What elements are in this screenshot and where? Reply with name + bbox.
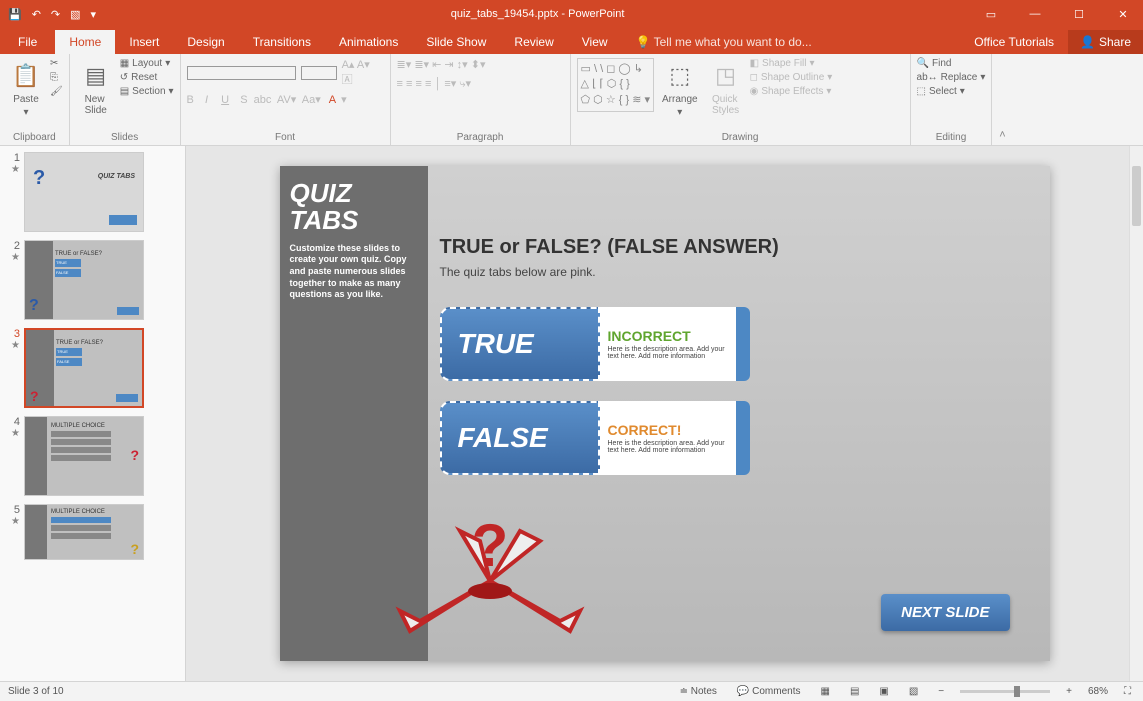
window-title: quiz_tabs_19454.pptx - PowerPoint — [104, 8, 971, 20]
sorter-view-icon[interactable]: ▤ — [846, 686, 863, 697]
zoom-in-icon[interactable]: + — [1062, 686, 1076, 697]
incorrect-label: INCORRECT — [608, 328, 728, 344]
false-tab[interactable]: FALSE — [440, 401, 600, 475]
start-from-beginning-icon[interactable]: ▧ — [70, 8, 80, 21]
group-label: Slides — [76, 130, 174, 143]
undo-icon[interactable]: ↶ — [32, 8, 41, 21]
true-tab[interactable]: TRUE — [440, 307, 600, 381]
reading-view-icon[interactable]: ▣ — [875, 686, 892, 697]
ribbon-display-icon[interactable]: ▭ — [971, 8, 1011, 21]
tab-design[interactable]: Design — [173, 30, 238, 54]
slide-thumbnail-2[interactable]: TRUE or FALSE?TRUEFALSE? — [24, 240, 144, 320]
qa-customize-icon[interactable]: ▾ — [91, 8, 97, 21]
group-drawing: ▭ \ \ ◻ ◯ ↳△ ⌊ ⌈ ⬡ { }⬠ ⬡ ☆ { } ≋ ▾ ⬚Arr… — [571, 54, 911, 145]
share-button[interactable]: 👤 Share — [1068, 30, 1143, 54]
group-label: Clipboard — [6, 130, 63, 143]
quick-styles-button: ◳Quick Styles — [706, 58, 746, 118]
slide-canvas-area[interactable]: QUIZ TABS Customize these slides to crea… — [186, 146, 1143, 681]
correct-label: CORRECT! — [608, 422, 728, 438]
false-description: CORRECT! Here is the description area. A… — [600, 401, 750, 475]
zoom-level[interactable]: 68% — [1088, 686, 1108, 697]
slide-subheading: The quiz tabs below are pink. — [440, 265, 1030, 279]
ribbon: 📋Paste▾ ✂ ⎘ 🖌 Clipboard ▤New Slide ▦ Lay… — [0, 54, 1143, 146]
cut-icon[interactable]: ✂ — [50, 58, 63, 69]
question-mark-graphic: ? — [360, 491, 620, 651]
slide-main: TRUE or FALSE? (FALSE ANSWER) The quiz t… — [440, 236, 1030, 495]
layout-button[interactable]: ▦ Layout ▾ — [120, 58, 174, 69]
slide-thumbnail-1[interactable]: ?QUIZ TABS — [24, 152, 144, 232]
tab-view[interactable]: View — [568, 30, 622, 54]
desc-text: Here is the description area. Add your t… — [608, 440, 728, 454]
tab-tellme[interactable]: 💡 Tell me what you want to do... — [622, 30, 826, 54]
find-button[interactable]: 🔍 Find — [917, 58, 986, 69]
tab-review[interactable]: Review — [500, 30, 567, 54]
tab-tutorials[interactable]: Office Tutorials — [960, 30, 1068, 54]
tab-animations[interactable]: Animations — [325, 30, 412, 54]
workspace: 1★ ?QUIZ TABS 2★ TRUE or FALSE?TRUEFALSE… — [0, 146, 1143, 681]
replace-button[interactable]: ab↔ Replace ▾ — [917, 72, 986, 83]
group-paragraph: ≣▾ ≣▾ ⇤ ⇥ ↕▾ ⬍▾ ≡ ≡ ≡ ≡ │ ≡▾ ⤷▾ Paragrap… — [391, 54, 571, 145]
select-button[interactable]: ⬚ Select ▾ — [917, 86, 986, 97]
group-label: Paragraph — [397, 130, 564, 143]
group-label: Drawing — [577, 130, 904, 143]
close-icon[interactable]: ✕ — [1103, 8, 1143, 21]
slide-thumbnail-4[interactable]: MULTIPLE CHOICE? — [24, 416, 144, 496]
shapes-gallery[interactable]: ▭ \ \ ◻ ◯ ↳△ ⌊ ⌈ ⬡ { }⬠ ⬡ ☆ { } ≋ ▾ — [577, 58, 654, 112]
tab-insert[interactable]: Insert — [115, 30, 173, 54]
group-label: Editing — [917, 130, 986, 143]
tab-transitions[interactable]: Transitions — [239, 30, 325, 54]
sidebar-title: QUIZ TABS — [290, 180, 418, 235]
sidebar-text: Customize these slides to create your ow… — [290, 243, 418, 301]
paste-button[interactable]: 📋Paste▾ — [6, 58, 46, 120]
tab-home[interactable]: Home — [55, 30, 115, 54]
answer-row-false: FALSE CORRECT! Here is the description a… — [440, 401, 1030, 475]
slide[interactable]: QUIZ TABS Customize these slides to crea… — [280, 166, 1050, 661]
copy-icon[interactable]: ⎘ — [50, 72, 63, 83]
next-slide-button[interactable]: NEXT SLIDE — [881, 594, 1009, 631]
slide-heading: TRUE or FALSE? (FALSE ANSWER) — [440, 236, 1030, 259]
new-slide-button[interactable]: ▤New Slide — [76, 58, 116, 118]
minimize-icon[interactable]: — — [1015, 8, 1055, 21]
shape-outline-button: ◻ Shape Outline ▾ — [750, 72, 833, 83]
tab-file[interactable]: File — [0, 30, 55, 54]
title-bar: 💾 ↶ ↷ ▧ ▾ quiz_tabs_19454.pptx - PowerPo… — [0, 0, 1143, 28]
arrange-button[interactable]: ⬚Arrange▾ — [658, 58, 702, 120]
desc-text: Here is the description area. Add your t… — [608, 346, 728, 360]
vertical-scrollbar[interactable] — [1129, 146, 1143, 681]
format-painter-icon[interactable]: 🖌 — [50, 86, 63, 97]
group-font: A▴ A▾ 🄰 B I U S abc AV▾ Aa▾ A▾ Font — [181, 54, 391, 145]
slide-thumbnail-5[interactable]: MULTIPLE CHOICE? — [24, 504, 144, 560]
zoom-slider[interactable] — [960, 690, 1050, 693]
group-editing: 🔍 Find ab↔ Replace ▾ ⬚ Select ▾ Editing — [911, 54, 993, 145]
svg-text:?: ? — [471, 512, 508, 579]
save-icon[interactable]: 💾 — [8, 8, 22, 21]
redo-icon[interactable]: ↷ — [51, 8, 60, 21]
notes-button[interactable]: ≐ Notes — [676, 686, 721, 697]
answer-row-true: TRUE INCORRECT Here is the description a… — [440, 307, 1030, 381]
normal-view-icon[interactable]: ▦ — [816, 686, 833, 697]
group-label: Font — [187, 130, 384, 143]
true-description: INCORRECT Here is the description area. … — [600, 307, 750, 381]
slide-thumbnail-3[interactable]: TRUE or FALSE?TRUEFALSE? — [24, 328, 144, 408]
group-clipboard: 📋Paste▾ ✂ ⎘ 🖌 Clipboard — [0, 54, 70, 145]
comments-button[interactable]: 💬 Comments — [733, 686, 805, 697]
slide-counter[interactable]: Slide 3 of 10 — [8, 686, 64, 697]
fit-to-window-icon[interactable]: ⛶ — [1120, 686, 1135, 697]
status-bar: Slide 3 of 10 ≐ Notes 💬 Comments ▦ ▤ ▣ ▧… — [0, 681, 1143, 701]
tab-slideshow[interactable]: Slide Show — [412, 30, 500, 54]
reset-button[interactable]: ↺ Reset — [120, 72, 174, 83]
shape-effects-button: ◉ Shape Effects ▾ — [750, 86, 833, 97]
group-slides: ▤New Slide ▦ Layout ▾ ↺ Reset ▤ Section … — [70, 54, 181, 145]
collapse-ribbon-icon[interactable]: ˄ — [992, 54, 1012, 145]
maximize-icon[interactable]: ☐ — [1059, 8, 1099, 21]
section-button[interactable]: ▤ Section ▾ — [120, 86, 174, 97]
thumbnail-panel[interactable]: 1★ ?QUIZ TABS 2★ TRUE or FALSE?TRUEFALSE… — [0, 146, 186, 681]
menu-tabs: File Home Insert Design Transitions Anim… — [0, 28, 1143, 54]
zoom-out-icon[interactable]: − — [934, 686, 948, 697]
slideshow-view-icon[interactable]: ▧ — [905, 686, 922, 697]
shape-fill-button: ◧ Shape Fill ▾ — [750, 58, 833, 69]
